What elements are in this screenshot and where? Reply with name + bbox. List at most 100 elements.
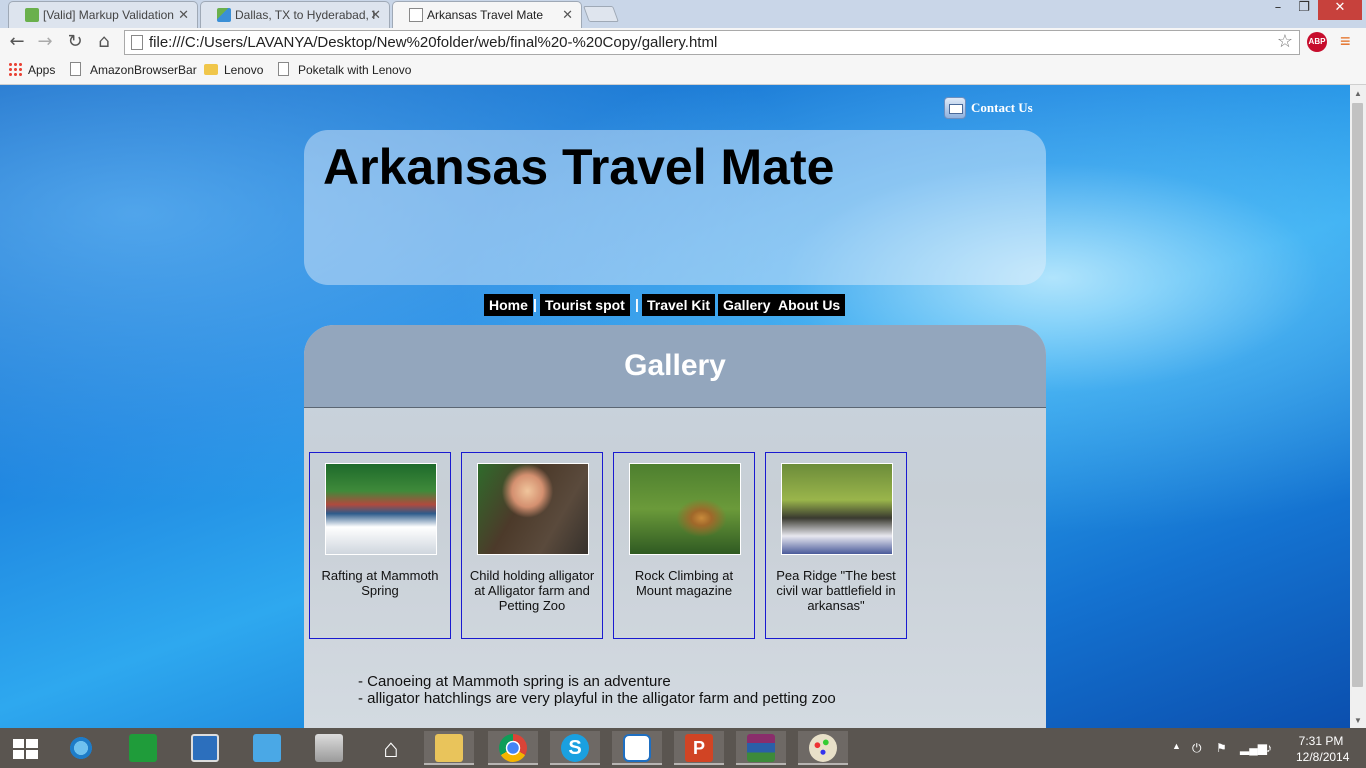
chrome-menu-icon[interactable]: ≡ [1340, 31, 1351, 52]
page-viewport: Contact Us Arkansas Travel Mate Home | T… [0, 85, 1350, 728]
paint-palette-icon [809, 734, 837, 762]
tab-close-icon[interactable]: ✕ [178, 7, 189, 23]
bookmark-label: Apps [28, 63, 56, 77]
gallery-caption: Child holding alligator at Alligator far… [469, 568, 595, 613]
chrome-taskbar-button[interactable] [488, 731, 538, 765]
tab-title: [Valid] Markup Validation [43, 8, 174, 22]
internet-explorer-icon [67, 734, 95, 762]
gallery-caption: Pea Ridge "The best civil war battlefiel… [776, 568, 896, 613]
nav-travel-kit[interactable]: Travel Kit [642, 294, 716, 316]
bookmark-star-icon[interactable]: ☆ [1277, 31, 1293, 52]
url-text: file:///C:/Users/LAVANYA/Desktop/New%20f… [149, 34, 718, 51]
show-hidden-icons-icon[interactable]: ▲ [1172, 741, 1181, 751]
forward-arrow-icon[interactable]: → [34, 31, 56, 53]
scroll-up-arrow-icon[interactable]: ▲ [1354, 89, 1362, 98]
gallery-item[interactable]: Child holding alligator at Alligator far… [461, 452, 603, 639]
adblock-plus-icon[interactable]: ABP [1307, 32, 1327, 52]
bookmark-label: AmazonBrowserBar [90, 63, 197, 77]
nav-separator: | [635, 296, 639, 312]
new-tab-button[interactable] [583, 6, 619, 22]
network-signal-icon[interactable]: ▂▄▆ [1240, 741, 1267, 755]
powerpoint-icon: P [685, 734, 713, 762]
gallery-descriptions: - Canoeing at Mammoth spring is an adven… [358, 673, 836, 707]
clock-date[interactable]: 12/8/2014 [1296, 750, 1349, 764]
folder-icon [435, 734, 463, 762]
nav-tourist-spot[interactable]: Tourist spot [540, 294, 630, 316]
minimize-button[interactable]: – [1266, 0, 1290, 20]
power-plug-icon[interactable]: ⏻ [1192, 741, 1202, 756]
tab-title: Arkansas Travel Mate [427, 8, 544, 22]
back-arrow-icon[interactable]: ← [6, 31, 28, 53]
windows-logo-icon [13, 739, 39, 761]
window-close-button[interactable]: ✕ [1318, 0, 1362, 20]
bookmark-poketalk[interactable]: Poketalk with Lenovo [278, 62, 412, 77]
internet-explorer-taskbar-button[interactable] [56, 731, 106, 765]
chrome-icon [499, 734, 527, 762]
page-favicon-icon [409, 8, 423, 22]
site-header: Arkansas Travel Mate [304, 130, 1046, 285]
gallery-item[interactable]: Rock Climbing at Mount magazine [613, 452, 755, 639]
content-header: Gallery [304, 325, 1046, 408]
alligator-photo[interactable] [477, 463, 589, 555]
nav-gallery[interactable]: Gallery [718, 294, 776, 316]
start-button[interactable] [0, 731, 50, 765]
scroll-down-arrow-icon[interactable]: ▼ [1354, 716, 1362, 725]
rafting-photo[interactable] [325, 463, 437, 555]
site-title: Arkansas Travel Mate [323, 139, 835, 195]
folder-icon [204, 64, 218, 75]
powerpoint-taskbar-button[interactable]: P [674, 731, 724, 765]
bookmark-apps[interactable]: Apps [8, 62, 56, 77]
tab-close-icon[interactable]: ✕ [370, 7, 381, 23]
maps-favicon-icon [217, 8, 231, 22]
tab-title: Dallas, TX to Hyderabad, I [235, 8, 376, 22]
home-taskbar-button[interactable]: ⌂ [366, 731, 416, 765]
description-line: - Canoeing at Mammoth spring is an adven… [358, 673, 671, 690]
nav-home[interactable]: Home [484, 294, 533, 316]
skype-taskbar-button[interactable]: S [550, 731, 600, 765]
reload-icon[interactable]: ↻ [64, 31, 86, 53]
tab-dallas-map[interactable]: Dallas, TX to Hyderabad, I ✕ [200, 1, 390, 28]
gallery-item[interactable]: Pea Ridge "The best civil war battlefiel… [765, 452, 907, 639]
gallery-caption: Rafting at Mammoth Spring [321, 568, 439, 598]
description-line: - alligator hatchlings are very playful … [358, 690, 836, 707]
teamviewer-taskbar-button[interactable] [612, 731, 662, 765]
rock-climbing-photo[interactable] [629, 463, 741, 555]
bookmark-label: Poketalk with Lenovo [298, 63, 412, 77]
scrollbar-thumb[interactable] [1352, 103, 1363, 687]
monitor-icon [191, 734, 219, 762]
tab-close-icon[interactable]: ✕ [562, 7, 573, 23]
restore-button[interactable]: ❐ [1292, 0, 1316, 20]
browser-chrome: [Valid] Markup Validation ✕ Dallas, TX t… [0, 0, 1366, 85]
bookmark-amazonbrowserbar[interactable]: AmazonBrowserBar [70, 62, 197, 77]
home-icon[interactable]: ⌂ [93, 31, 115, 53]
store-icon [129, 734, 157, 762]
bookmark-label: Lenovo [224, 63, 264, 77]
nav-separator: | [533, 296, 537, 312]
bookmark-lenovo[interactable]: Lenovo [204, 63, 263, 77]
teamviewer-icon [623, 734, 651, 762]
address-bar[interactable]: file:///C:/Users/LAVANYA/Desktop/New%20f… [124, 30, 1300, 55]
lenovo-taskbar-button[interactable] [180, 731, 230, 765]
tab-arkansas-travel-mate[interactable]: Arkansas Travel Mate ✕ [392, 1, 582, 28]
speaker-icon[interactable]: ♪ [1266, 741, 1272, 755]
shopping-taskbar-button[interactable] [242, 731, 292, 765]
photo-viewer-icon [315, 734, 343, 762]
content-panel: Gallery Rafting at Mammoth Spring Child … [304, 325, 1046, 728]
clock-time[interactable]: 7:31 PM [1296, 734, 1346, 748]
house-icon: ⌂ [383, 733, 399, 763]
store-taskbar-button[interactable] [118, 731, 168, 765]
photo-taskbar-button[interactable] [304, 731, 354, 765]
nav-about-us[interactable]: About Us [773, 294, 846, 316]
paint-taskbar-button[interactable] [798, 731, 848, 765]
windows-taskbar: ⌂ S P ▲ ⏻ ⚑ ▂▄▆ ♪ 7:31 PM 12/8/2014 [0, 728, 1366, 768]
file-explorer-taskbar-button[interactable] [424, 731, 474, 765]
tab-markup-validation[interactable]: [Valid] Markup Validation ✕ [8, 1, 198, 28]
gallery-item[interactable]: Rafting at Mammoth Spring [309, 452, 451, 639]
pea-ridge-photo[interactable] [781, 463, 893, 555]
winrar-taskbar-button[interactable] [736, 731, 786, 765]
shopping-bag-icon [253, 734, 281, 762]
flag-icon[interactable]: ⚑ [1216, 741, 1227, 755]
winrar-icon [747, 734, 775, 762]
page-icon [70, 62, 81, 76]
skype-icon: S [561, 734, 589, 762]
